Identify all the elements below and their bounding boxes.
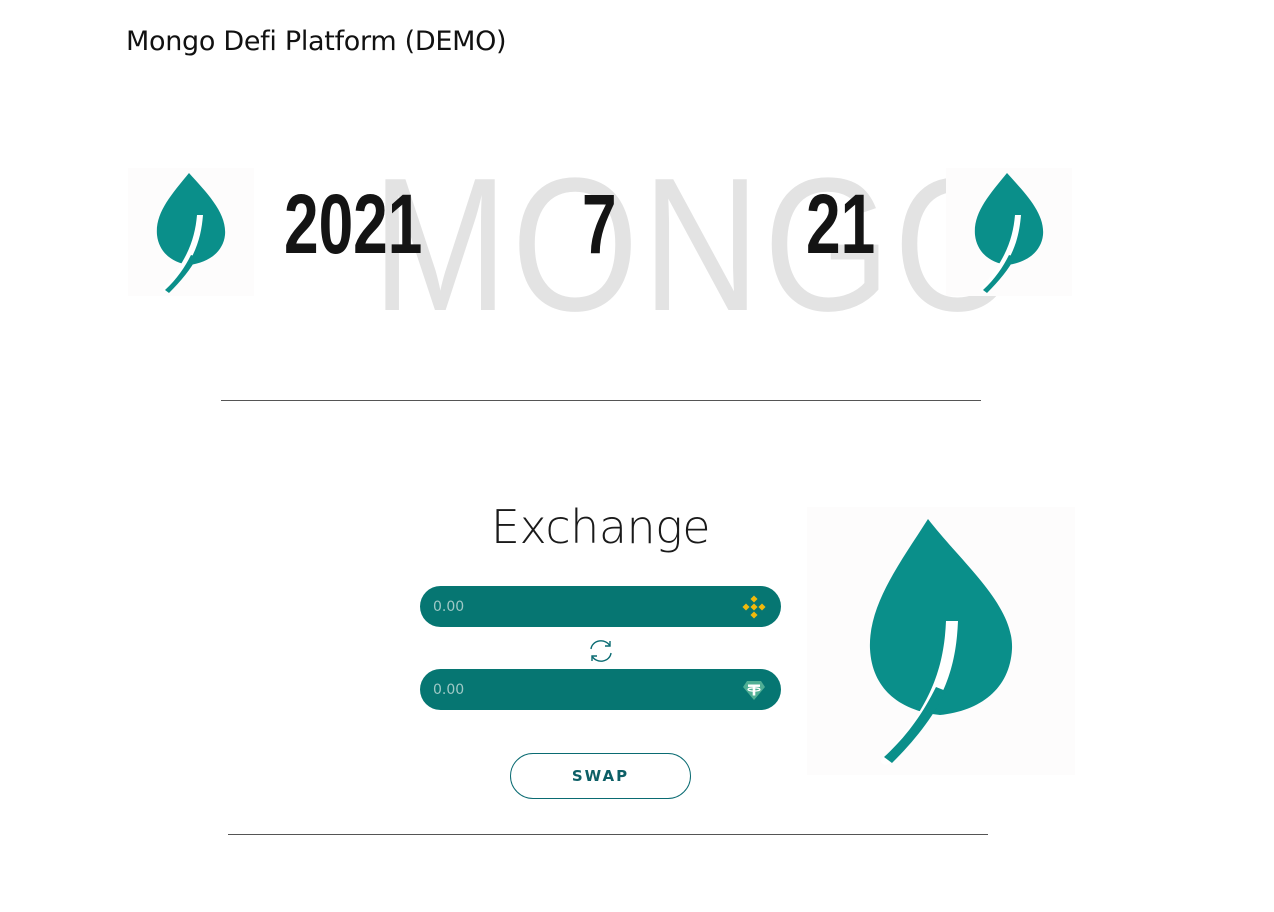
to-amount-field[interactable]: [420, 669, 781, 710]
from-amount-input[interactable]: [433, 598, 741, 615]
hero-banner: MONGO 2021 7 21: [126, 150, 1076, 340]
app-title: Mongo Defi Platform (DEMO): [126, 26, 507, 57]
swap-arrows-icon[interactable]: [585, 637, 617, 665]
to-amount-input[interactable]: [433, 681, 741, 698]
date-day: 21: [806, 177, 876, 271]
exchange-title: Exchange: [490, 500, 711, 554]
leaf-icon: [869, 519, 1013, 765]
section-divider-top: [221, 400, 981, 401]
section-divider-bottom: [228, 834, 988, 835]
bnb-icon: [741, 594, 767, 620]
leaf-logo-right: [946, 168, 1072, 296]
leaf-icon: [156, 173, 226, 293]
date-month: 7: [582, 177, 617, 271]
leaf-logo-large: [807, 507, 1075, 775]
from-amount-field[interactable]: [420, 586, 781, 627]
tether-icon: [741, 677, 767, 703]
leaf-logo-left: [128, 168, 254, 296]
mongo-watermark: MONGO: [372, 139, 1025, 351]
swap-button[interactable]: SWAP: [510, 753, 691, 799]
date-year: 2021: [284, 177, 423, 271]
leaf-icon: [974, 173, 1044, 293]
